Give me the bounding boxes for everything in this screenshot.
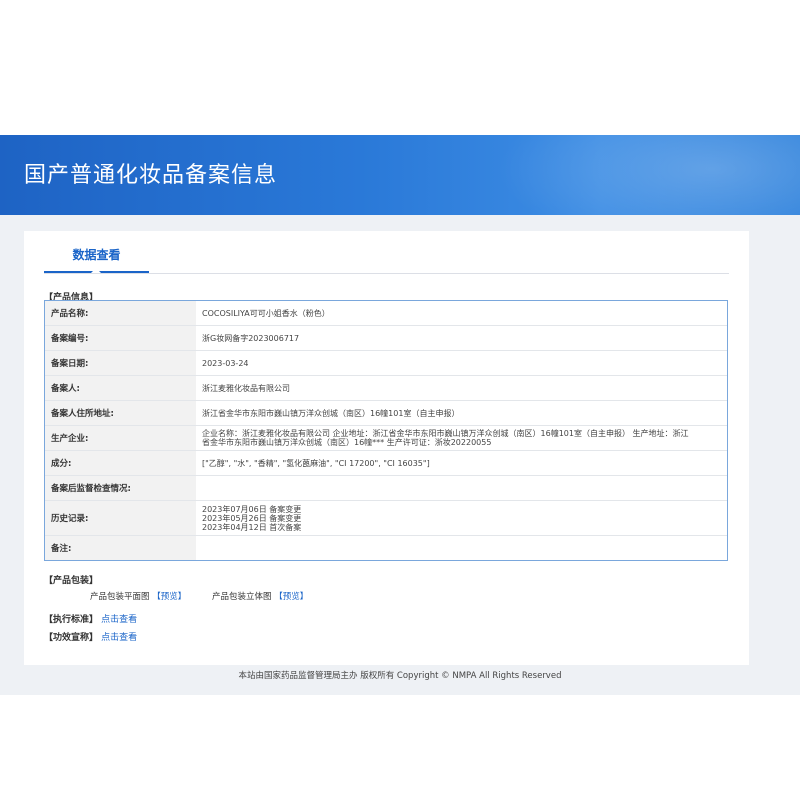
- table-row: 备注:: [45, 536, 727, 560]
- value-line: 2023年05月26日 备案变更: [202, 513, 302, 523]
- row-key: 历史记录:: [45, 501, 196, 535]
- efficacy-row: 【功效宣称】 点击查看: [44, 630, 137, 643]
- page-banner: 国产普通化妆品备案信息: [0, 135, 800, 215]
- standard-label: 【执行标准】: [44, 615, 99, 625]
- banner-decoration: [460, 135, 800, 215]
- product-info-table: 产品名称: COCOSILIYA可可小姐香水（粉色） 备案编号: 浙G妆网备字2…: [44, 300, 728, 561]
- table-row: 备案人住所地址: 浙江省金华市东阳市巍山镇万洋众创城（南区）16幢101室（自主…: [45, 401, 727, 426]
- row-value: 浙江省金华市东阳市巍山镇万洋众创城（南区）16幢101室（自主申报）: [202, 408, 460, 418]
- row-key: 生产企业:: [45, 426, 196, 450]
- row-value: 浙G妆网备字2023006717: [202, 333, 300, 343]
- table-row: 生产企业: 企业名称：浙江麦雅化妆品有限公司 企业地址：浙江省金华市东阳市巍山镇…: [45, 426, 727, 451]
- table-row: 产品名称: COCOSILIYA可可小姐香水（粉色）: [45, 301, 727, 326]
- value-line: 2023年07月06日 备案变更: [202, 504, 302, 514]
- row-value: 2023-03-24: [202, 358, 249, 368]
- tab-bar: 数据查看: [44, 231, 729, 274]
- table-row: 备案编号: 浙G妆网备字2023006717: [45, 326, 727, 351]
- row-key: 产品名称:: [45, 301, 196, 325]
- standard-row: 【执行标准】 点击查看: [44, 612, 137, 625]
- row-key: 备案后监督检查情况:: [45, 476, 196, 500]
- row-key: 备案人:: [45, 376, 196, 400]
- packaging-flat-preview-link[interactable]: 【预览】: [152, 592, 186, 602]
- row-value: 2023年07月06日 备案变更 2023年05月26日 备案变更 2023年0…: [196, 501, 727, 535]
- value-line: 省金华市东阳市巍山镇万洋众创城（南区）16幢*** 生产许可证：浙妆202200…: [202, 438, 492, 447]
- standard-view-link[interactable]: 点击查看: [101, 615, 137, 625]
- tab-data-view[interactable]: 数据查看: [44, 231, 149, 273]
- packaging-flat-label: 产品包装平面图: [90, 592, 150, 602]
- table-row: 历史记录: 2023年07月06日 备案变更 2023年05月26日 备案变更 …: [45, 501, 727, 536]
- table-row: 备案日期: 2023-03-24: [45, 351, 727, 376]
- footer-copyright: 本站由国家药品监督管理局主办 版权所有 Copyright © NMPA All…: [238, 671, 562, 681]
- table-row: 备案人: 浙江麦雅化妆品有限公司: [45, 376, 727, 401]
- tab-indicator-arrow: [91, 268, 101, 273]
- packaging-flat-item: 产品包装平面图 【预览】: [90, 590, 186, 602]
- row-value: 企业名称：浙江麦雅化妆品有限公司 企业地址：浙江省金华市东阳市巍山镇万洋众创城（…: [196, 426, 727, 450]
- efficacy-label: 【功效宣称】: [44, 633, 99, 643]
- row-value: [196, 536, 727, 560]
- packaging-solid-label: 产品包装立体图: [212, 592, 272, 602]
- content-card: 数据查看 【产品信息】 产品名称: COCOSILIYA可可小姐香水（粉色） 备…: [24, 231, 749, 665]
- efficacy-view-link[interactable]: 点击查看: [101, 633, 137, 643]
- page-title: 国产普通化妆品备案信息: [24, 163, 278, 188]
- table-row: 备案后监督检查情况:: [45, 476, 727, 501]
- packaging-solid-item: 产品包装立体图 【预览】: [212, 590, 308, 602]
- row-key: 备案人住所地址:: [45, 401, 196, 425]
- tab-label: 数据查看: [72, 248, 121, 262]
- row-key: 备注:: [45, 536, 196, 560]
- table-row: 成分: ["乙醇", "水", "香精", "氢化蓖麻油", "CI 17200…: [45, 451, 727, 476]
- row-value: COCOSILIYA可可小姐香水（粉色）: [202, 308, 330, 318]
- row-value: ["乙醇", "水", "香精", "氢化蓖麻油", "CI 17200", "…: [202, 458, 430, 468]
- row-key: 备案日期:: [45, 351, 196, 375]
- value-line: 2023年04月12日 首次备案: [202, 522, 302, 532]
- row-value: 浙江麦雅化妆品有限公司: [202, 383, 290, 393]
- packaging-solid-preview-link[interactable]: 【预览】: [274, 592, 308, 602]
- packaging-section-label: 【产品包装】: [44, 576, 99, 586]
- row-value: [196, 476, 727, 500]
- row-key: 成分:: [45, 451, 196, 475]
- value-line: 企业名称：浙江麦雅化妆品有限公司 企业地址：浙江省金华市东阳市巍山镇万洋众创城（…: [202, 429, 689, 438]
- row-key: 备案编号:: [45, 326, 196, 350]
